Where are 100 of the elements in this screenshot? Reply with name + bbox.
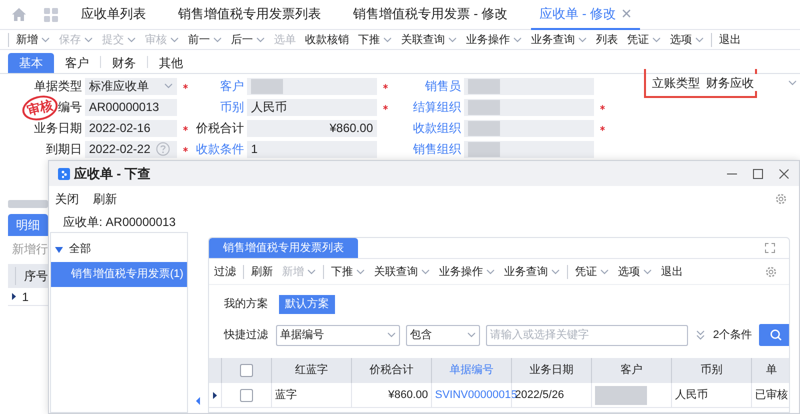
caret-icon: [600, 268, 609, 274]
tree-item[interactable]: 销售增值税专用发票(1): [51, 262, 187, 287]
column-header[interactable]: 业务日期: [511, 358, 591, 383]
toolbar-button[interactable]: 下推: [323, 264, 369, 278]
toolbar-button[interactable]: 列表: [591, 33, 622, 47]
filter-label: 快捷过滤: [224, 328, 268, 343]
toolbar-button[interactable]: 后一: [226, 33, 269, 47]
page-tab[interactable]: 销售增值税专用发票列表: [169, 0, 330, 30]
select-all-checkbox[interactable]: [240, 364, 253, 377]
settings-icon: [775, 193, 787, 205]
scheme-label: 我的方案: [224, 296, 268, 312]
double-chevron-icon: [696, 330, 705, 340]
column-header[interactable]: 币别: [671, 358, 751, 383]
horizontal-scrollbar[interactable]: [8, 200, 48, 208]
form-tab[interactable]: 客户: [54, 53, 100, 73]
input-field[interactable]: 人民币: [247, 98, 377, 116]
caret-icon: [486, 268, 495, 274]
row-checkbox[interactable]: [240, 388, 253, 402]
page-tab[interactable]: 应收单列表: [72, 0, 155, 30]
table-cell-text: ¥860.00: [388, 388, 428, 403]
tree-item[interactable]: 全部: [51, 237, 187, 262]
table-cell-text: 已审核: [755, 388, 788, 403]
field-label: 币别: [220, 99, 244, 116]
document-link[interactable]: SVINV00000015: [435, 386, 517, 404]
toolbar-button[interactable]: 新增: [8, 33, 54, 47]
search-button[interactable]: [759, 324, 789, 346]
toolbar-button[interactable]: 下推: [353, 33, 396, 47]
caret-icon: [467, 332, 476, 338]
form-tab[interactable]: 财务: [101, 53, 147, 73]
caret-icon: [84, 37, 93, 43]
dialog-title: 应收单 - 下查: [74, 164, 151, 183]
field-label: 编号: [58, 99, 82, 116]
filter-field-select[interactable]: 单据编号: [276, 324, 400, 346]
select-field[interactable]: 标准应收单: [85, 78, 177, 94]
input-field[interactable]: 1: [247, 140, 377, 158]
field-label: 销售员: [425, 78, 461, 95]
toolbar-button[interactable]: 前一: [183, 33, 226, 47]
close-icon: [622, 9, 632, 18]
toolbar-button[interactable]: 关联查询: [369, 264, 434, 278]
caret-icon: [421, 268, 430, 274]
field-label: 价税合计: [196, 120, 244, 137]
input-field[interactable]: 2022-02-16: [85, 120, 177, 136]
field-label: 结算组织: [413, 99, 461, 116]
caret-icon: [213, 37, 222, 43]
toolbar-button[interactable]: 过滤: [209, 264, 240, 278]
blurred-value: [595, 386, 647, 404]
page-tab[interactable]: 应收单 - 修改: [530, 0, 640, 30]
row-pointer-icon: [213, 392, 217, 398]
column-header[interactable]: 价税合计: [351, 358, 431, 383]
caret-icon: [383, 37, 392, 43]
menu-item[interactable]: 刷新: [93, 190, 117, 208]
caret-icon: [513, 37, 522, 43]
caret-icon: [170, 37, 179, 43]
caret-icon: [643, 268, 652, 274]
operator-select[interactable]: 包含: [406, 324, 480, 346]
search-icon: [770, 329, 782, 341]
column-header[interactable]: 单: [751, 358, 789, 383]
toolbar-button[interactable]: 选项: [613, 264, 656, 278]
toolbar-button[interactable]: 退出: [711, 33, 745, 47]
source-document: 应收单: AR00000013: [62, 214, 177, 231]
caret-icon: [41, 37, 50, 43]
list-tab[interactable]: 销售增值税专用发票列表: [209, 238, 358, 258]
toolbar-button[interactable]: 收款核销: [300, 33, 353, 47]
field-label: 收款组织: [413, 120, 461, 137]
toolbar-button[interactable]: 退出: [656, 264, 687, 278]
table-cell-text: 蓝字: [275, 388, 297, 403]
caret-icon: [448, 37, 457, 43]
toolbar-button[interactable]: 业务查询: [526, 33, 591, 47]
toolbar-button[interactable]: 业务操作: [434, 264, 499, 278]
expand-arrow-icon: [55, 246, 63, 252]
input-field[interactable]: 2022-02-22: [85, 140, 177, 158]
scheme-button[interactable]: 默认方案: [279, 294, 335, 314]
field-label: 单据类型: [34, 78, 82, 95]
toolbar-button[interactable]: 关联查询: [396, 33, 461, 47]
caret-icon: [356, 268, 365, 274]
toolbar-button[interactable]: 刷新: [243, 264, 277, 278]
detail-tab[interactable]: 明细: [8, 214, 48, 236]
caret-icon: [551, 268, 560, 274]
row-pointer-icon: [12, 293, 16, 300]
caret-icon: [387, 332, 396, 338]
toolbar-button[interactable]: 业务查询: [499, 264, 564, 278]
form-tab[interactable]: 其他: [148, 53, 194, 73]
field-label: 客户: [220, 78, 244, 95]
keyword-input[interactable]: 请输入或选择关键字: [486, 324, 688, 346]
caret-icon: [652, 37, 661, 43]
toolbar-button[interactable]: 凭证: [622, 33, 665, 47]
input-field[interactable]: ¥860.00: [247, 120, 377, 136]
toolbar-button[interactable]: 业务操作: [461, 33, 526, 47]
column-header[interactable]: 红蓝字: [271, 358, 351, 383]
field-label: 销售组织: [413, 141, 461, 158]
form-tab[interactable]: 基本: [8, 53, 54, 73]
input-field[interactable]: AR00000013: [85, 98, 177, 116]
field-label: 到期日: [46, 141, 82, 158]
toolbar-button[interactable]: 凭证: [567, 264, 613, 278]
menu-item[interactable]: 关闭: [55, 190, 79, 208]
page-tab[interactable]: 销售增值税专用发票 - 修改: [344, 0, 517, 30]
condition-count: 2个条件: [713, 328, 752, 343]
table-cell-text: 人民币: [675, 388, 708, 403]
toolbar-button[interactable]: 选项: [665, 33, 708, 47]
column-header[interactable]: 客户: [591, 358, 671, 383]
